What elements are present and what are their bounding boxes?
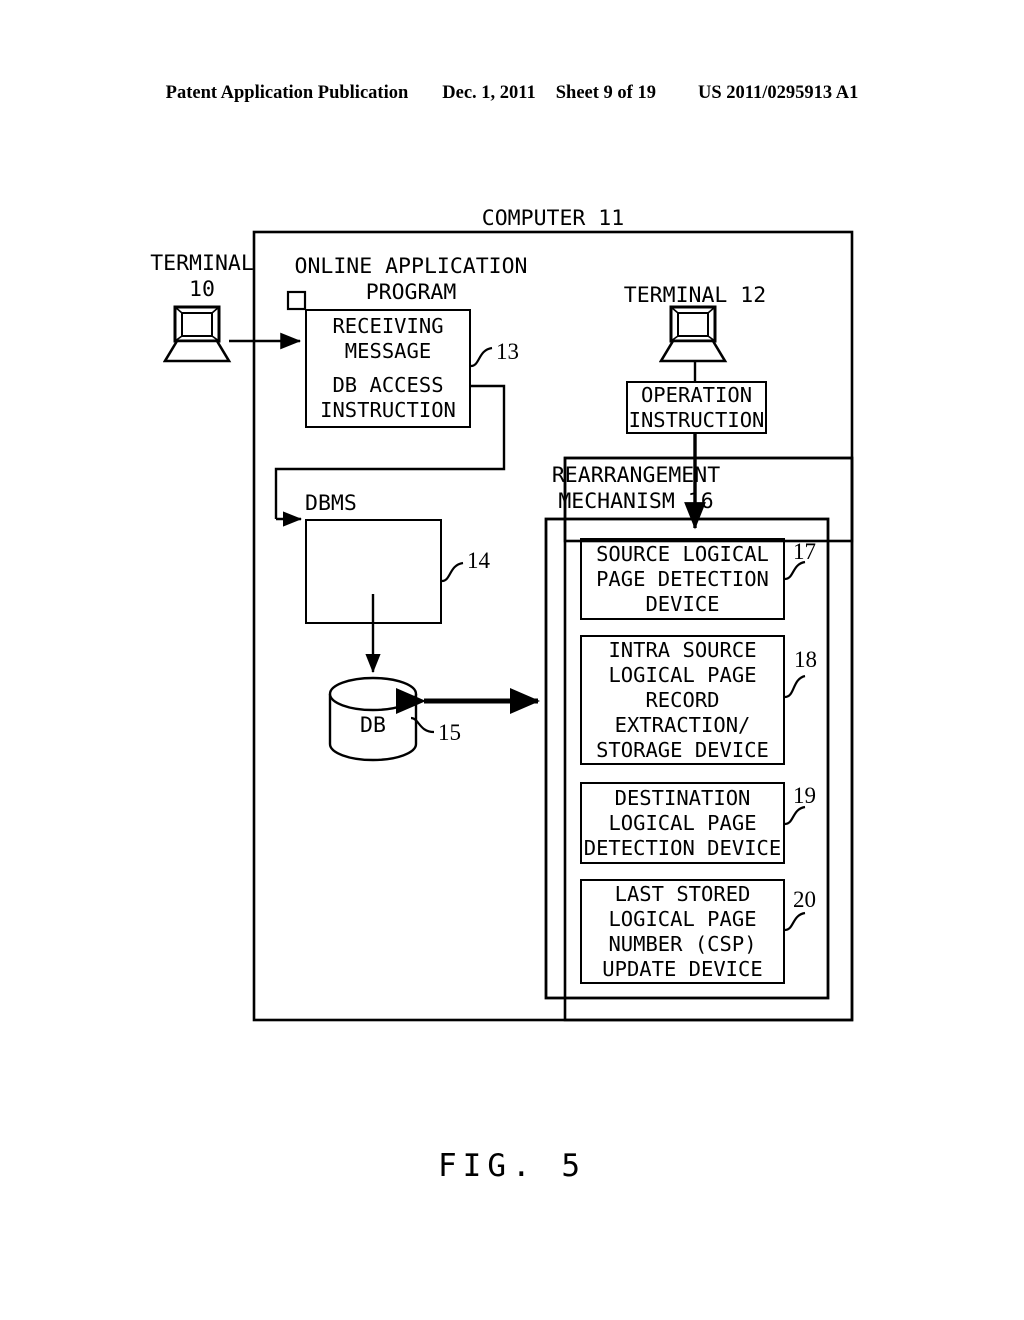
ref-13: 13 bbox=[496, 339, 519, 364]
terminal-icon bbox=[163, 305, 232, 363]
rearrangement-label-line1: REARRANGEMENT bbox=[551, 463, 721, 488]
device-18-line1: INTRA SOURCE bbox=[608, 637, 757, 662]
db-label: DB bbox=[360, 713, 386, 738]
ref-15: 15 bbox=[438, 720, 461, 745]
device-20-line4: UPDATE DEVICE bbox=[602, 956, 763, 981]
rearrangement-label-line2: MECHANISM 16 bbox=[558, 488, 714, 514]
device-17-line1: SOURCE LOGICAL bbox=[596, 541, 769, 566]
dbms-label: DBMS bbox=[305, 491, 357, 516]
receiving-message-box: RECEIVING MESSAGE DB ACCESS INSTRUCTION bbox=[305, 309, 471, 428]
terminal-10-label-line1: TERMINAL bbox=[150, 251, 254, 276]
device-18-line3: RECORD bbox=[645, 687, 720, 712]
online-application-program-label: ONLINE APPLICATION PROGRAM bbox=[278, 254, 544, 306]
device-18-line4: EXTRACTION/ bbox=[614, 712, 751, 737]
receiving-message-line2: MESSAGE bbox=[344, 339, 432, 363]
destination-logical-page-detection-device-box: DESTINATION LOGICAL PAGE DETECTION DEVIC… bbox=[580, 782, 785, 864]
computer-label: COMPUTER 11 bbox=[481, 206, 625, 231]
device-18-line5: STORAGE DEVICE bbox=[596, 737, 769, 762]
operation-instruction-line1: OPERATION bbox=[640, 382, 753, 407]
diagram-connectors bbox=[229, 230, 854, 1022]
device-20-line3: NUMBER (CSP) bbox=[608, 931, 757, 956]
device-17-line3: DEVICE bbox=[645, 591, 720, 616]
terminal-10-label: TERMINAL 10 bbox=[128, 251, 276, 303]
last-stored-logical-page-number-update-device-box: LAST STORED LOGICAL PAGE NUMBER (CSP) UP… bbox=[580, 879, 785, 984]
ref-17: 17 bbox=[793, 539, 816, 564]
figure-caption: FIG. 5 bbox=[438, 1148, 586, 1184]
ref-20: 20 bbox=[793, 887, 816, 912]
device-17-line2: PAGE DETECTION bbox=[596, 566, 769, 591]
db-access-line1: DB ACCESS bbox=[332, 373, 444, 397]
device-19-line3: DETECTION DEVICE bbox=[583, 835, 782, 860]
receiving-message-line1: RECEIVING bbox=[332, 314, 444, 338]
intra-source-logical-page-record-device-box: INTRA SOURCE LOGICAL PAGE RECORD EXTRACT… bbox=[580, 635, 785, 765]
terminal-10-label-line2: 10 bbox=[189, 276, 215, 302]
oap-label-line1: ONLINE APPLICATION bbox=[294, 254, 528, 279]
source-logical-page-detection-device-box: SOURCE LOGICAL PAGE DETECTION DEVICE bbox=[580, 538, 785, 620]
oap-label-line2: PROGRAM bbox=[365, 279, 457, 305]
db-access-line2: INSTRUCTION bbox=[320, 398, 456, 422]
dbms-box bbox=[305, 519, 442, 624]
operation-instruction-box: OPERATION INSTRUCTION bbox=[626, 381, 767, 434]
figure-diagram: COMPUTER 11 TERMINAL 10 ONLINE APPLICATIO… bbox=[0, 0, 1024, 1320]
ref-14: 14 bbox=[467, 548, 490, 573]
device-20-line2: LOGICAL PAGE bbox=[608, 906, 757, 931]
device-19-line1: DESTINATION bbox=[614, 785, 751, 810]
operation-instruction-line2: INSTRUCTION bbox=[628, 407, 765, 432]
device-20-line1: LAST STORED bbox=[614, 881, 751, 906]
rearrangement-mechanism-label: REARRANGEMENT MECHANISM 16 bbox=[538, 463, 734, 515]
ref-18: 18 bbox=[794, 647, 817, 672]
terminal-icon bbox=[659, 305, 728, 363]
device-19-line2: LOGICAL PAGE bbox=[608, 810, 757, 835]
ref-19: 19 bbox=[793, 783, 816, 808]
device-18-line2: LOGICAL PAGE bbox=[608, 662, 757, 687]
